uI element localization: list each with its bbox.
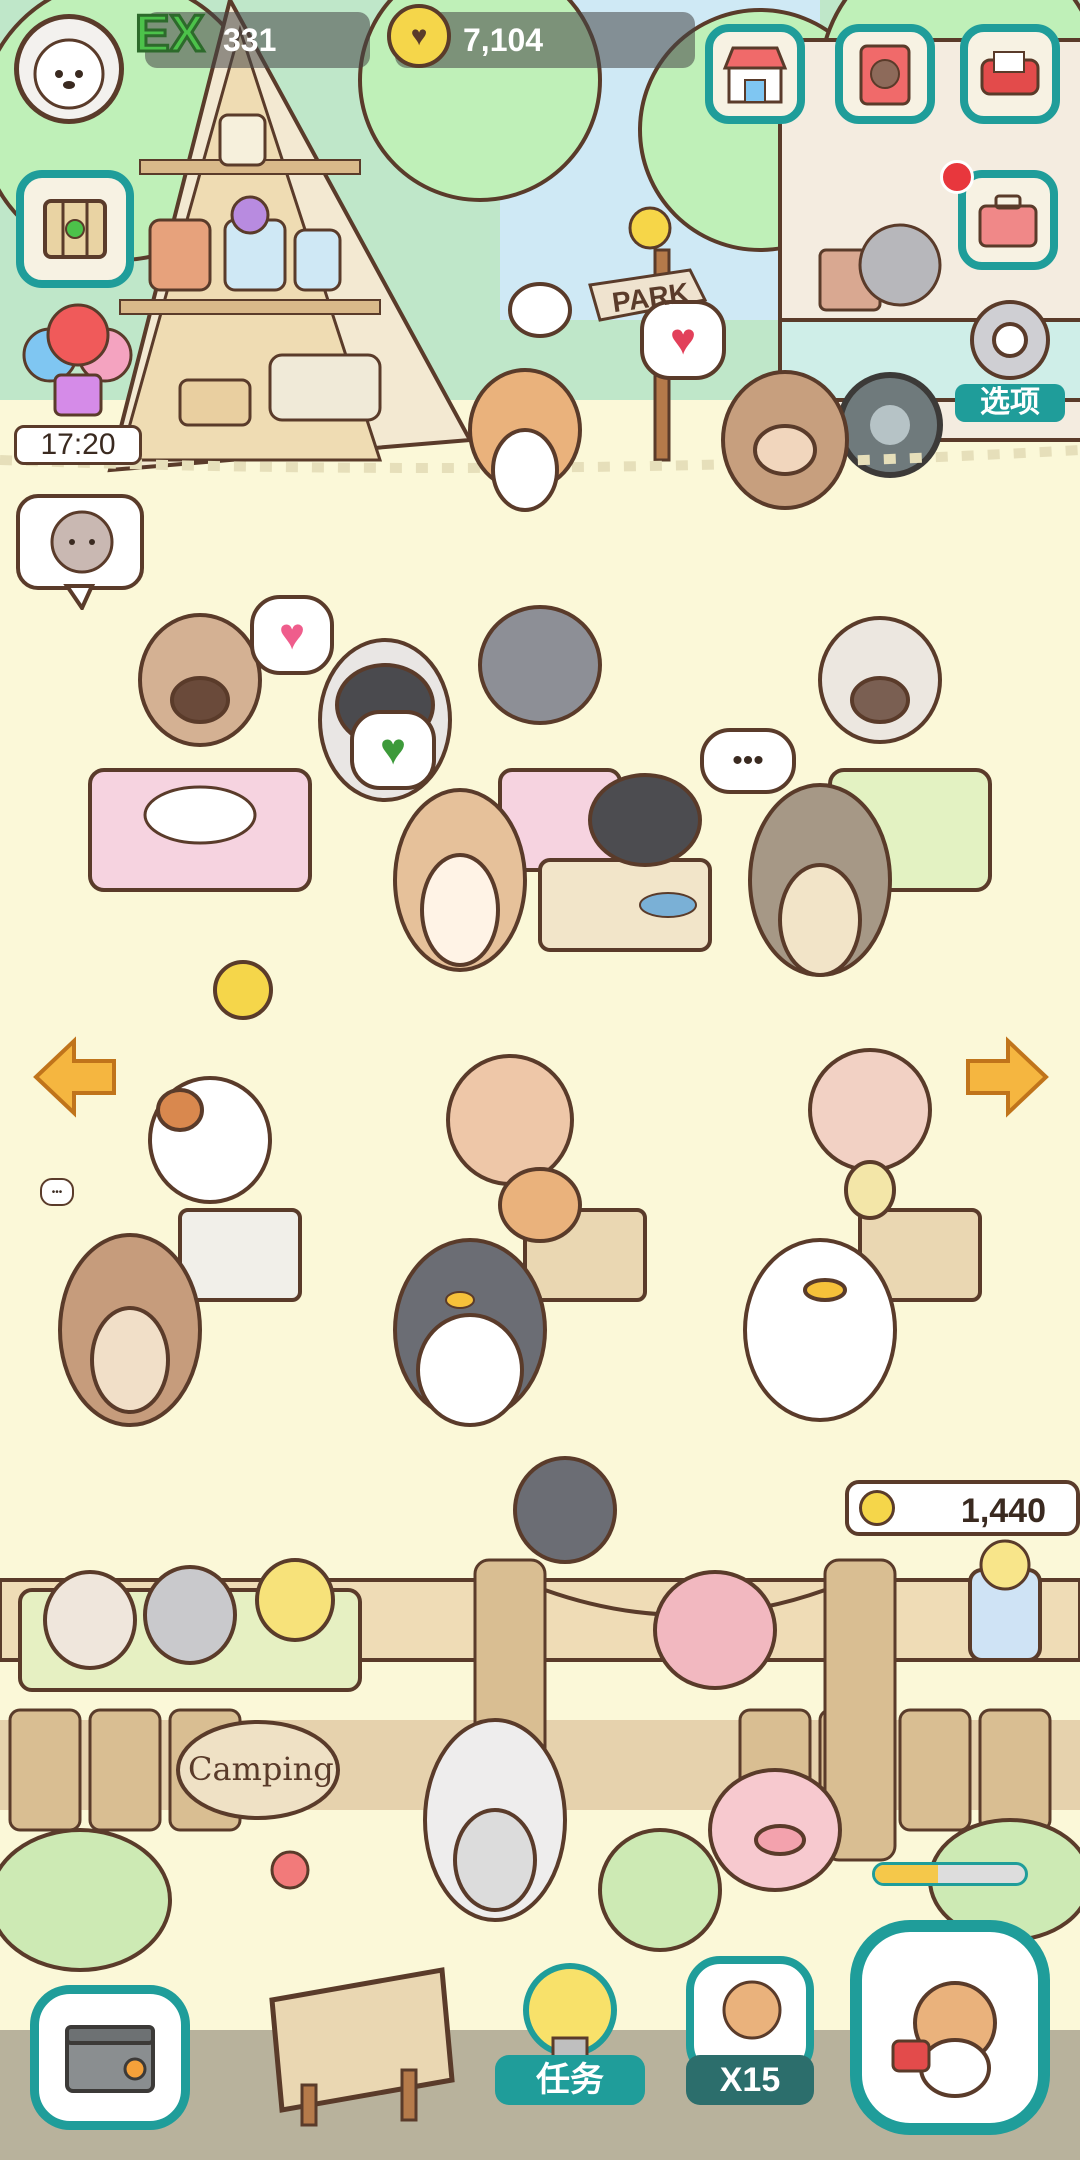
reward-coin-tag[interactable]: 1,440 xyxy=(845,1480,1080,1536)
gear-icon xyxy=(970,300,1050,380)
level-badge: EX xyxy=(133,5,205,64)
arrow-left-icon xyxy=(33,1036,116,1118)
signboard-button[interactable] xyxy=(262,1960,462,2130)
mailbox-icon xyxy=(980,51,1040,96)
level-pill: EX 331 xyxy=(133,5,370,68)
dots-bubble: ••• xyxy=(700,728,796,794)
cat-card-button[interactable]: X15 xyxy=(680,1950,820,2150)
progress-fill xyxy=(875,1865,938,1883)
tasks-button[interactable]: 任务 xyxy=(495,1950,645,2150)
dog-avatar-icon xyxy=(33,38,105,110)
shop-button[interactable] xyxy=(705,24,805,124)
love-bubble: ♥ xyxy=(250,595,334,675)
storage-button[interactable] xyxy=(30,1985,190,2130)
balloon-gift-icon xyxy=(22,303,133,417)
coin-pill: ♥ 7,104 xyxy=(387,4,695,68)
heart-icon: ♥ xyxy=(669,315,697,364)
camping-sign: Camping xyxy=(188,1750,334,1788)
lightbulb-icon xyxy=(523,1963,617,2062)
megaphone-cat-button[interactable] xyxy=(850,1920,1050,2135)
notification-dot xyxy=(940,160,974,194)
arrow-right-icon xyxy=(966,1036,1049,1118)
sign-board-icon xyxy=(269,1967,455,2127)
scroll-left-button[interactable] xyxy=(30,1035,120,1120)
shop-icon xyxy=(722,46,788,104)
progress-bar xyxy=(872,1862,1028,1886)
mail-button[interactable] xyxy=(960,24,1060,124)
scroll-right-button[interactable] xyxy=(962,1035,1052,1120)
toolbox-icon xyxy=(978,194,1038,248)
tasks-label: 任务 xyxy=(495,2055,645,2105)
cat-bubble-button[interactable] xyxy=(12,490,147,613)
heart-icon: ♥ xyxy=(278,610,306,659)
map-button[interactable] xyxy=(16,170,134,288)
toolbox-button[interactable] xyxy=(958,170,1058,270)
map-icon xyxy=(43,199,107,259)
coin-icon xyxy=(859,1490,895,1526)
gift-timer: 17:20 xyxy=(14,425,142,465)
ellipsis-text: ••• xyxy=(732,744,764,777)
options-button[interactable]: 选项 xyxy=(955,292,1070,422)
coin-value: 7,104 xyxy=(463,22,544,58)
cat-speech-icon xyxy=(16,494,144,613)
player-avatar[interactable] xyxy=(14,14,124,124)
green-heart-bubble: ♥ xyxy=(350,710,436,790)
options-label: 选项 xyxy=(955,384,1065,422)
camp-scene xyxy=(0,0,1080,2160)
small-dots-bubble: ••• xyxy=(40,1178,74,1206)
ellipsis-text: ••• xyxy=(51,1186,63,1198)
album-button[interactable] xyxy=(835,24,935,124)
album-icon xyxy=(859,44,911,106)
coin-icon: ♥ xyxy=(387,4,451,68)
storage-box-icon xyxy=(65,2024,155,2093)
megaphone-cat-icon xyxy=(891,1980,997,2098)
balloon-gift-button[interactable] xyxy=(10,300,145,430)
level-value: 331 xyxy=(223,22,277,58)
heart-icon: ♥ xyxy=(379,725,407,774)
reward-coin-value: 1,440 xyxy=(960,1492,1046,1530)
multiplier-label: X15 xyxy=(686,2055,814,2105)
